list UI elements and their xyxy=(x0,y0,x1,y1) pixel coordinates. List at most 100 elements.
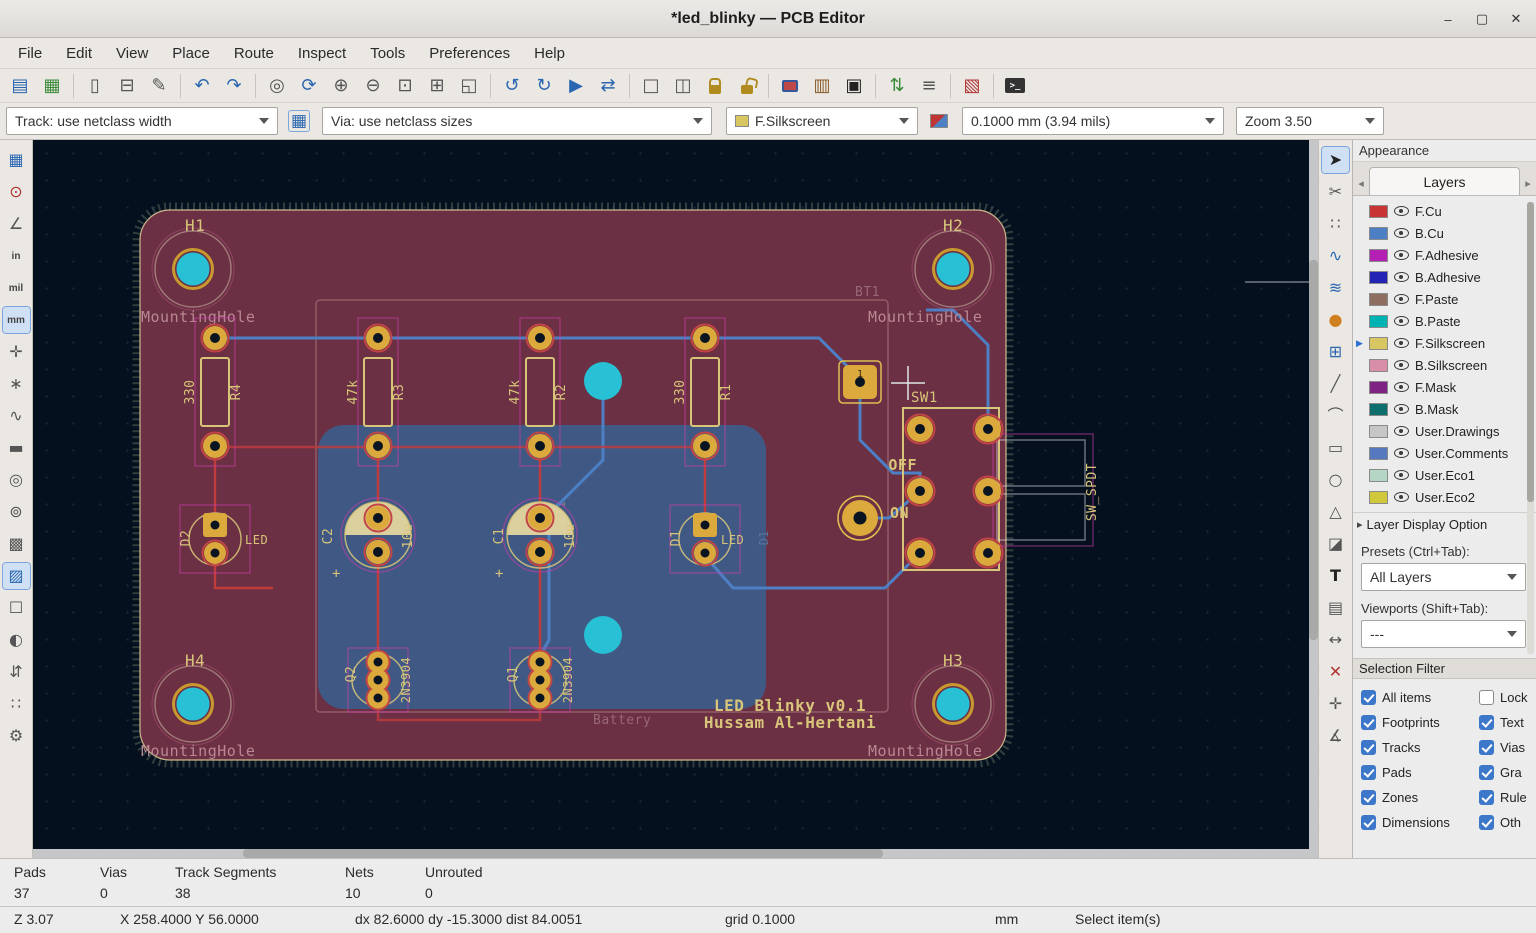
add-image-button[interactable]: ◪ xyxy=(1322,531,1349,557)
menu-help[interactable]: Help xyxy=(522,41,577,66)
active-layer-select[interactable]: F.Silkscreen xyxy=(726,107,918,135)
menu-inspect[interactable]: Inspect xyxy=(286,41,358,66)
grid-size-select[interactable]: 0.1000 mm (3.94 mils) xyxy=(962,107,1224,135)
filter-footprints[interactable]: Footprints xyxy=(1361,710,1479,735)
checkbox-icon[interactable] xyxy=(1361,790,1376,805)
visibility-eye-icon[interactable] xyxy=(1394,448,1409,458)
visibility-eye-icon[interactable] xyxy=(1394,250,1409,260)
add-via-button[interactable]: ● xyxy=(1322,307,1349,333)
layer-color-swatch[interactable] xyxy=(1369,380,1388,394)
zoom-out-button[interactable]: ⊖ xyxy=(358,72,388,100)
checkbox-icon[interactable] xyxy=(1361,815,1376,830)
3d-viewer-button[interactable]: ▣ xyxy=(839,72,869,100)
polar-coords-button[interactable]: ∠ xyxy=(3,211,30,237)
track-width-select[interactable]: Track: use netclass width xyxy=(6,107,278,135)
visibility-eye-icon[interactable] xyxy=(1394,426,1409,436)
draw-arc-button[interactable]: ⌒ xyxy=(1322,403,1349,429)
ungroup-button[interactable]: ◫ xyxy=(668,72,698,100)
draw-line-button[interactable]: ╱ xyxy=(1322,371,1349,397)
layer-row-userdrawings[interactable]: User.Drawings xyxy=(1353,420,1536,442)
layer-row-fpaste[interactable]: F.Paste xyxy=(1353,288,1536,310)
measure-tool-button[interactable]: ∡ xyxy=(1322,723,1349,749)
layer-row-fcu[interactable]: F.Cu xyxy=(1353,200,1536,222)
track-sketch-mode-button[interactable]: ▬ xyxy=(3,435,30,461)
panel-scrollbar[interactable] xyxy=(1527,202,1534,654)
visibility-eye-icon[interactable] xyxy=(1394,272,1409,282)
tab-scroll-left-icon[interactable]: ◂ xyxy=(1353,171,1369,195)
visibility-eye-icon[interactable] xyxy=(1394,404,1409,414)
layer-color-swatch[interactable] xyxy=(1369,490,1388,504)
checkbox-icon[interactable] xyxy=(1479,715,1494,730)
unlock-button[interactable] xyxy=(732,72,762,100)
grid-dots-button[interactable]: ∷ xyxy=(3,691,30,717)
save-button[interactable]: ▤ xyxy=(5,72,35,100)
via-sketch-mode-button[interactable]: ◎ xyxy=(3,467,30,493)
canvas-horizontal-scrollbar[interactable] xyxy=(33,849,1318,858)
layer-pair-button[interactable] xyxy=(924,107,954,135)
set-origin-button[interactable]: ✛ xyxy=(1322,691,1349,717)
layer-color-swatch[interactable] xyxy=(1369,336,1388,350)
filter-other-items[interactable]: Oth xyxy=(1479,810,1536,835)
flip-board-button[interactable]: ▶ xyxy=(561,72,591,100)
filter-text[interactable]: Text xyxy=(1479,710,1536,735)
find-button[interactable]: ◎ xyxy=(262,72,292,100)
checkbox-icon[interactable] xyxy=(1479,690,1494,705)
via[interactable] xyxy=(584,362,622,400)
tab-scroll-right-icon[interactable]: ▸ xyxy=(1520,171,1536,195)
layer-color-swatch[interactable] xyxy=(1369,204,1388,218)
layer-color-swatch[interactable] xyxy=(1369,314,1388,328)
curved-ratsnest-button[interactable]: ∿ xyxy=(3,403,30,429)
refresh-button[interactable]: ⟳ xyxy=(294,72,324,100)
zoom-objects-button[interactable]: ⊞ xyxy=(422,72,452,100)
add-footprint-button[interactable]: ⊞ xyxy=(1322,339,1349,365)
checkbox-icon[interactable] xyxy=(1361,690,1376,705)
filter-dimensions[interactable]: Dimensions xyxy=(1361,810,1479,835)
rotate-ccw-button[interactable]: ↺ xyxy=(497,72,527,100)
flip-view-button[interactable]: ⇵ xyxy=(3,659,30,685)
filter-zones[interactable]: Zones xyxy=(1361,785,1479,810)
zoom-select[interactable]: Zoom 3.50 xyxy=(1236,107,1384,135)
viewports-select[interactable]: --- xyxy=(1361,620,1526,648)
visibility-eye-icon[interactable] xyxy=(1394,316,1409,326)
zone-filled-button[interactable]: ▩ xyxy=(3,531,30,557)
titlebar[interactable]: *led_blinky — PCB Editor – ▢ ✕ xyxy=(0,0,1536,38)
checkbox-icon[interactable] xyxy=(1479,790,1494,805)
scrollbar-thumb[interactable] xyxy=(1309,260,1318,640)
layer-row-bmask[interactable]: B.Mask xyxy=(1353,398,1536,420)
redo-button[interactable]: ↷ xyxy=(219,72,249,100)
checkbox-icon[interactable] xyxy=(1479,740,1494,755)
filter-graphics[interactable]: Gra xyxy=(1479,760,1536,785)
layer-color-swatch[interactable] xyxy=(1369,468,1388,482)
layer-color-swatch[interactable] xyxy=(1369,226,1388,240)
menu-preferences[interactable]: Preferences xyxy=(417,41,522,66)
auto-track-width-button[interactable]: ▦ xyxy=(284,107,314,135)
layer-row-usereco2[interactable]: User.Eco2 xyxy=(1353,486,1536,508)
filter-pads[interactable]: Pads xyxy=(1361,760,1479,785)
layer-color-swatch[interactable] xyxy=(1369,248,1388,262)
plot-button[interactable]: ✎ xyxy=(144,72,174,100)
menu-edit[interactable]: Edit xyxy=(54,41,104,66)
layer-row-fsilkscreen[interactable]: F.Silkscreen xyxy=(1353,332,1536,354)
footprint-wizard-button[interactable]: ▧ xyxy=(957,72,987,100)
filter-locked-items[interactable]: Lock xyxy=(1479,685,1536,710)
via[interactable] xyxy=(584,616,622,654)
visibility-eye-icon[interactable] xyxy=(1394,382,1409,392)
tab-layers[interactable]: Layers xyxy=(1369,167,1520,195)
cursor-style-button[interactable]: ✛ xyxy=(3,339,30,365)
high-contrast-button[interactable]: ◐ xyxy=(3,627,30,653)
checkbox-icon[interactable] xyxy=(1479,815,1494,830)
minimize-button[interactable]: – xyxy=(1436,7,1460,31)
filter-tracks[interactable]: Tracks xyxy=(1361,735,1479,760)
ratsnest-visibility-button[interactable]: ∗ xyxy=(3,371,30,397)
show-grid-button[interactable]: ▦ xyxy=(3,147,30,173)
print-button[interactable]: ⊟ xyxy=(112,72,142,100)
zoom-in-button[interactable]: ⊕ xyxy=(326,72,356,100)
visibility-eye-icon[interactable] xyxy=(1394,470,1409,480)
close-button[interactable]: ✕ xyxy=(1504,7,1528,31)
lock-button[interactable] xyxy=(700,72,730,100)
pcb-drawing[interactable]: BT1 BT1 Battery xyxy=(33,140,1318,858)
layer-row-usercomments[interactable]: User.Comments xyxy=(1353,442,1536,464)
rotate-cw-button[interactable]: ↻ xyxy=(529,72,559,100)
canvas-vertical-scrollbar[interactable] xyxy=(1309,140,1318,849)
scripting-console-button[interactable]: >_ xyxy=(1000,72,1030,100)
